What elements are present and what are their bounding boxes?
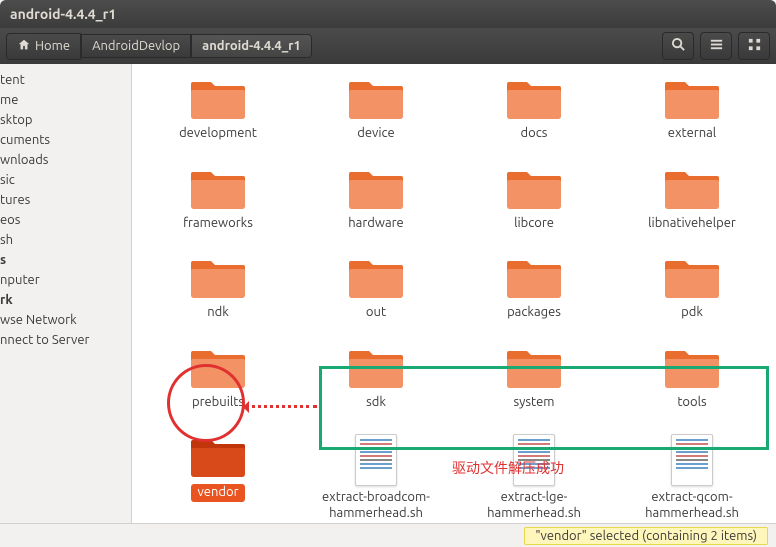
breadcrumb-label: AndroidDevlop: [92, 39, 180, 53]
grid-icon: [747, 37, 762, 56]
folder-label: pdk: [681, 305, 703, 321]
folder-item[interactable]: development: [142, 76, 294, 142]
breadcrumb: Home AndroidDevlop android-4.4.4_r1: [6, 32, 312, 60]
folder-icon: [190, 345, 246, 391]
folder-icon: [190, 434, 246, 480]
toolbar: Home AndroidDevlop android-4.4.4_r1: [0, 28, 776, 64]
folder-icon: [190, 255, 246, 301]
sidebar-item[interactable]: tures: [0, 190, 131, 210]
folder-label: prebuilts: [192, 395, 244, 411]
folder-item-vendor[interactable]: vendor: [142, 434, 294, 521]
breadcrumb-home[interactable]: Home: [6, 33, 81, 60]
folder-item[interactable]: packages: [458, 255, 610, 321]
folder-label: sdk: [366, 395, 386, 411]
folder-label: device: [357, 126, 394, 142]
breadcrumb-home-label: Home: [35, 39, 70, 53]
sidebar-heading: rk: [0, 290, 131, 310]
breadcrumb-segment[interactable]: AndroidDevlop: [81, 34, 191, 58]
window-titlebar: android-4.4.4_r1: [0, 0, 776, 28]
folder-icon: [190, 166, 246, 212]
sidebar-item[interactable]: tent: [0, 70, 131, 90]
file-label: extract-lge-hammerhead.sh: [460, 490, 608, 521]
file-label: extract-broadcom-hammerhead.sh: [302, 490, 450, 521]
folder-item[interactable]: libnativehelper: [616, 166, 768, 232]
sidebar-item[interactable]: wnloads: [0, 150, 131, 170]
folder-icon: [506, 76, 562, 122]
folder-item[interactable]: out: [300, 255, 452, 321]
folder-label: vendor: [191, 484, 244, 502]
folder-label: external: [668, 126, 716, 142]
folder-icon: [348, 345, 404, 391]
toolbar-actions: [662, 32, 770, 60]
folder-item[interactable]: external: [616, 76, 768, 142]
script-file-icon: [671, 434, 713, 486]
folder-item[interactable]: hardware: [300, 166, 452, 232]
folder-item[interactable]: frameworks: [142, 166, 294, 232]
folder-icon: [506, 166, 562, 212]
folder-label: tools: [677, 395, 706, 411]
sidebar: tent me sktop cuments wnloads sic tures …: [0, 64, 132, 523]
folder-icon: [664, 255, 720, 301]
file-item[interactable]: extract-lge-hammerhead.sh: [458, 434, 610, 521]
folder-item[interactable]: ndk: [142, 255, 294, 321]
folder-item[interactable]: docs: [458, 76, 610, 142]
folder-item[interactable]: system: [458, 345, 610, 411]
sidebar-item[interactable]: nputer: [0, 270, 131, 290]
folder-item[interactable]: libcore: [458, 166, 610, 232]
view-grid-button[interactable]: [738, 32, 770, 60]
folder-icon: [348, 255, 404, 301]
folder-label: development: [179, 126, 257, 142]
file-grid-area[interactable]: development device docs external framewo…: [132, 64, 776, 523]
folder-icon: [506, 255, 562, 301]
folder-icon: [348, 166, 404, 212]
folder-icon: [348, 76, 404, 122]
folder-label: libcore: [514, 216, 554, 232]
breadcrumb-segment-current[interactable]: android-4.4.4_r1: [191, 34, 312, 58]
folder-label: out: [366, 305, 386, 321]
sidebar-heading: s: [0, 250, 131, 270]
folder-icon: [664, 345, 720, 391]
folder-item[interactable]: sdk: [300, 345, 452, 411]
folder-item[interactable]: prebuilts: [142, 345, 294, 411]
folder-icon: [190, 76, 246, 122]
sidebar-item[interactable]: me: [0, 90, 131, 110]
folder-label: libnativehelper: [648, 216, 736, 232]
file-item[interactable]: extract-qcom-hammerhead.sh: [616, 434, 768, 521]
folder-label: ndk: [207, 305, 229, 321]
file-item[interactable]: extract-broadcom-hammerhead.sh: [300, 434, 452, 521]
list-icon: [709, 37, 724, 56]
sidebar-item[interactable]: sktop: [0, 110, 131, 130]
view-list-button[interactable]: [700, 32, 732, 60]
home-icon: [17, 38, 31, 55]
sidebar-item[interactable]: eos: [0, 210, 131, 230]
script-file-icon: [355, 434, 397, 486]
folder-label: system: [513, 395, 554, 411]
folder-label: docs: [521, 126, 548, 142]
sidebar-item[interactable]: sh: [0, 230, 131, 250]
sidebar-item[interactable]: cuments: [0, 130, 131, 150]
folder-icon: [664, 166, 720, 212]
folder-item[interactable]: device: [300, 76, 452, 142]
main-area: tent me sktop cuments wnloads sic tures …: [0, 64, 776, 523]
file-label: extract-qcom-hammerhead.sh: [618, 490, 766, 521]
folder-icon: [664, 76, 720, 122]
folder-label: packages: [507, 305, 561, 321]
script-file-icon: [513, 434, 555, 486]
folder-item[interactable]: tools: [616, 345, 768, 411]
folder-label: hardware: [348, 216, 403, 232]
folder-icon: [506, 345, 562, 391]
folder-item[interactable]: pdk: [616, 255, 768, 321]
sidebar-item[interactable]: sic: [0, 170, 131, 190]
search-icon: [671, 37, 686, 56]
breadcrumb-label: android-4.4.4_r1: [202, 39, 301, 53]
window-title: android-4.4.4_r1: [10, 6, 116, 22]
status-text: "vendor" selected (containing 2 items): [524, 527, 768, 545]
folder-label: frameworks: [183, 216, 253, 232]
search-button[interactable]: [662, 32, 694, 60]
sidebar-item[interactable]: nnect to Server: [0, 330, 131, 350]
statusbar: "vendor" selected (containing 2 items): [0, 523, 776, 547]
sidebar-item[interactable]: wse Network: [0, 310, 131, 330]
